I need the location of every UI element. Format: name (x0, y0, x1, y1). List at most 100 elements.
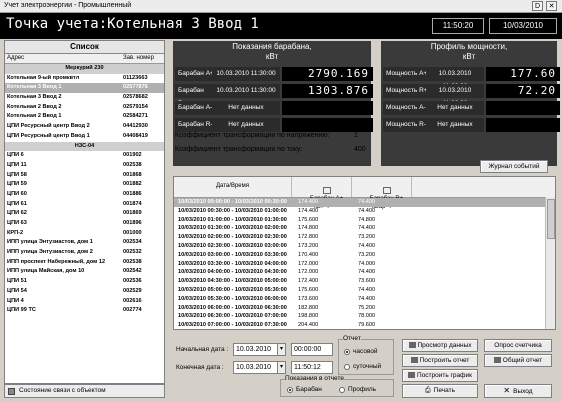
drum-row-label: Барабан А- (175, 101, 214, 115)
col-address[interactable]: Адрес (7, 54, 24, 63)
drum-row: Барабан R+10.03.2010 11:30:001303.876 (173, 84, 373, 107)
list-item[interactable]: ЦПИ Ресурсный центр Ввод 1 04408419 (5, 132, 164, 142)
list-item[interactable]: Котельная 2 Ввод 1 02584271 (5, 112, 164, 122)
end-time-input[interactable]: 11:50:12 (291, 361, 333, 374)
list-item[interactable]: ЦПИ 99 ТС 002774 (5, 306, 164, 316)
col-serial[interactable]: Зав. номер (123, 54, 154, 63)
list-item-serial: 01123663 (123, 74, 148, 81)
list-item-address: ЦПИ Ресурсный центр Ввод 2 (7, 123, 90, 130)
general-report-button[interactable]: Общий отчет (484, 354, 552, 367)
list-item-address: ЦПИ 58 (7, 171, 27, 178)
table-cell-r: 79.600 (358, 322, 376, 329)
drum-row-label: Барабан R- (175, 118, 214, 132)
list-item-serial: 02577876 (123, 84, 148, 91)
power-row-date: Нет данных (426, 118, 484, 132)
drum-row-value (282, 101, 373, 115)
list-item-address: ЦПИ Ресурсный центр Ввод 1 (7, 132, 90, 139)
col-drum-r[interactable]: Барабан R+ кВар*ч (352, 177, 412, 210)
drum-row-date: 10.03.2010 11:30:00 (212, 67, 280, 81)
view-icon (408, 342, 416, 349)
col-drum-a[interactable]: Барабан А+ кВт*ч (292, 177, 352, 210)
start-date-dropdown-icon[interactable]: ▾ (277, 343, 286, 356)
build-graph-button[interactable]: Построить график (402, 369, 478, 382)
list-item-address: Котельная 2 Ввод 2 (7, 103, 62, 110)
build-report-label: Построить отчет (419, 357, 470, 364)
list-item[interactable]: Котельная 2 Ввод 2 02579154 (5, 103, 164, 113)
list-item-address: ИПП проспект Набережный, дом 12 (7, 258, 106, 265)
list-item[interactable]: ЦПИ 51 002536 (5, 277, 164, 287)
object-list-panel: Список Адрес Зав. номер Меркурий 230 Коте… (4, 40, 165, 384)
close-button[interactable]: ✕ (546, 1, 557, 11)
clock-time: 11:50:20 (432, 18, 484, 34)
profile-radio[interactable] (339, 387, 345, 393)
drum-row-date: Нет данных (212, 118, 280, 132)
end-date-dropdown-icon[interactable]: ▾ (277, 361, 286, 374)
list-item[interactable]: ИПП улица Энтузиастов, дом 1 002534 (5, 238, 164, 248)
hourly-radio[interactable] (344, 349, 350, 355)
power-row-value: 177.60 (486, 67, 560, 81)
list-item[interactable]: КРП-2 001000 (5, 229, 164, 239)
list-group-header[interactable]: НЗС-04 (5, 141, 164, 152)
list-item[interactable]: ЦПИ 4 002616 (5, 297, 164, 307)
list-item[interactable]: ЦПИ 54 002529 (5, 287, 164, 297)
col-datetime[interactable]: Дата/Время (174, 177, 292, 197)
table-scrollbar[interactable] (545, 197, 555, 329)
scrollbar-thumb[interactable] (547, 199, 555, 239)
list-item-address: ЦПИ 60 (7, 190, 27, 197)
list-item[interactable]: ИПП улица Энтузиастов, дом 2 002532 (5, 248, 164, 258)
list-item-serial: 002538 (123, 258, 142, 265)
poll-meter-button[interactable]: Опрос счетчика (484, 339, 552, 352)
print-button[interactable]: ⎙ Печать (402, 384, 478, 398)
list-item-address: ЦПИ 61 (7, 200, 27, 207)
list-item[interactable]: Котельная 3 Ввод 1 02577876 (5, 83, 164, 94)
list-item-address: ЦПИ 51 (7, 278, 27, 285)
view-data-button[interactable]: Просмотр данных (402, 339, 478, 352)
drum-radio[interactable] (287, 387, 293, 393)
exit-button[interactable]: ✕ Выход (484, 384, 552, 398)
list-item[interactable]: ЦПИ 63 001896 (5, 219, 164, 229)
list-item-address: ЦПИ 6 (7, 152, 24, 159)
connection-status: Состояние связи с объектом (4, 384, 165, 398)
list-item-serial: 02584271 (123, 113, 148, 120)
list-item-serial: 001882 (123, 181, 142, 188)
list-rows: Меркурий 230 Котельная 9-ый промквтл 01123… (5, 64, 164, 316)
connection-status-label: Состояние связи с объектом (19, 387, 106, 394)
list-item[interactable]: ИПП проспект Набережный, дом 12 002538 (5, 258, 164, 268)
list-group-header[interactable]: Меркурий 230 (5, 64, 164, 74)
list-item[interactable]: ИПП улица Майская, дом 10 002542 (5, 267, 164, 277)
restore-button[interactable]: D (532, 1, 543, 11)
daily-radio[interactable] (344, 364, 350, 370)
list-item[interactable]: ЦПИ 60 001886 (5, 190, 164, 200)
table-row[interactable]: 10/03/2010 07:00:00 - 10/03/2010 07:30:0… (174, 321, 555, 329)
list-item-serial: 001902 (123, 152, 142, 159)
build-report-button[interactable]: Построить отчет (402, 354, 478, 367)
power-row-value (486, 101, 560, 115)
daily-label: суточный (353, 363, 382, 370)
end-date-label: Конечная дата : (176, 364, 224, 371)
list-item[interactable]: ЦПИ Ресурсный центр Ввод 2 04412930 (5, 122, 164, 132)
drum-row-value: 1303.876 (282, 84, 373, 98)
list-item[interactable]: ЦПИ 59 001882 (5, 180, 164, 190)
list-item[interactable]: Котельная 9-ый промквтл 01123663 (5, 74, 164, 84)
list-item-serial: 02579154 (123, 103, 148, 110)
table-cell-t: 10/03/2010 07:00:00 - 10/03/2010 07:30:0… (178, 322, 287, 329)
list-item[interactable]: ЦПИ 6 001902 (5, 151, 164, 161)
drum-row-value (282, 118, 373, 132)
voltage-coef-label: Коэффициент трансформации по напряжению: (175, 132, 330, 139)
list-item-address: ЦПИ 62 (7, 210, 27, 217)
event-journal-button[interactable]: Журнал событий (480, 160, 548, 173)
current-coef-label: Коэффициент трансформации по току: (175, 146, 303, 153)
start-time-input[interactable]: 00:00:00 (291, 343, 333, 356)
list-item[interactable]: ЦПИ 11 002538 (5, 161, 164, 171)
list-item[interactable]: ЦПИ 62 001869 (5, 209, 164, 219)
list-item[interactable]: ЦПИ 61 001874 (5, 200, 164, 210)
page-title: Точка учета:Котельная 3 Ввод 1 (6, 16, 259, 32)
list-item-serial: 002774 (123, 307, 142, 314)
print-label: Печать (433, 387, 455, 394)
power-row-label: Мощность А- (383, 101, 428, 115)
report-type-group: Отчет часовой суточный (338, 335, 394, 375)
list-item[interactable]: Котельная 3 Ввод 2 02578682 (5, 93, 164, 103)
list-item[interactable]: ЦПИ 58 001868 (5, 171, 164, 181)
list-title: Список (5, 41, 164, 54)
list-item-address: ЦПИ 11 (7, 161, 27, 168)
